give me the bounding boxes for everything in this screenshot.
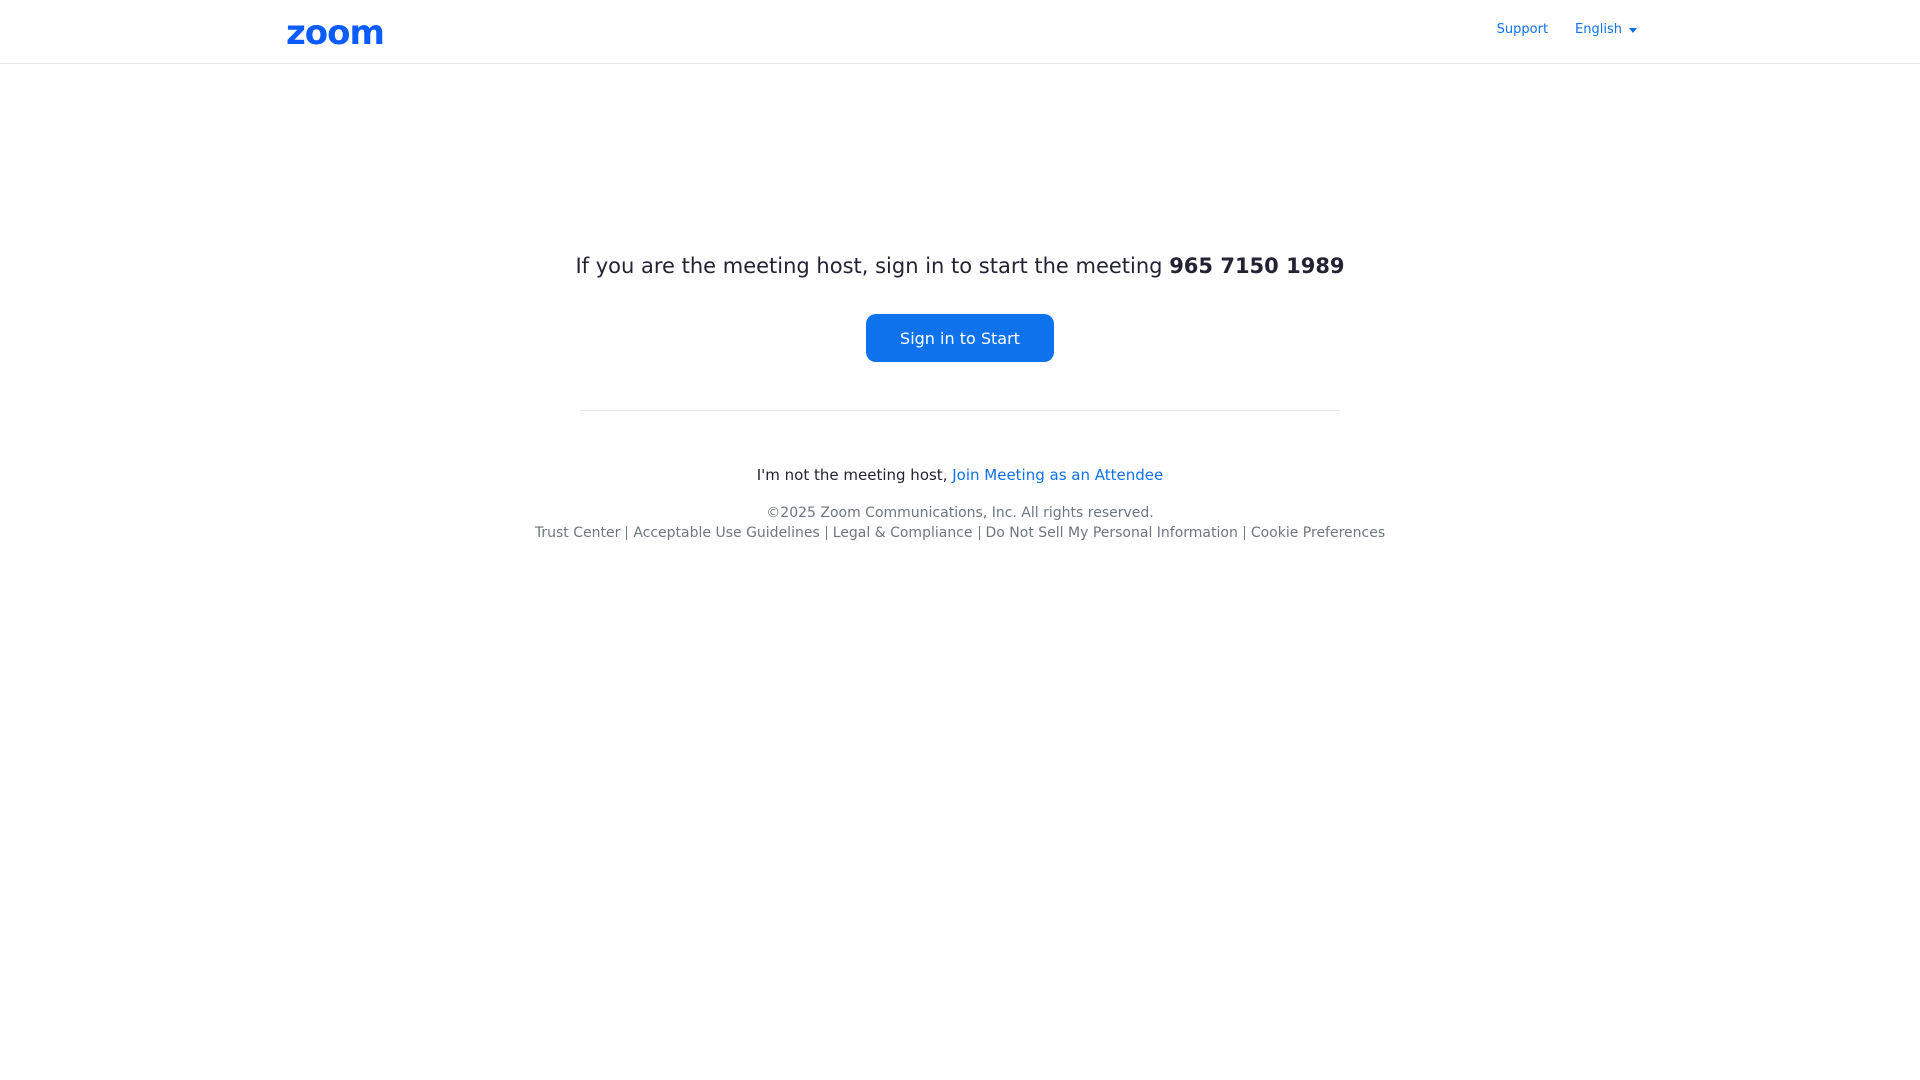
- zoom-logo[interactable]: zoom: [286, 16, 385, 50]
- cookie-preferences-link[interactable]: Cookie Preferences: [1251, 525, 1385, 541]
- divider: [580, 410, 1340, 411]
- meeting-id: 965 7150 1989: [1169, 254, 1345, 278]
- caret-down-icon: [1629, 28, 1637, 33]
- separator: [626, 526, 628, 540]
- separator: [825, 526, 827, 540]
- trust-center-link[interactable]: Trust Center: [535, 525, 620, 541]
- language-label: English: [1575, 22, 1622, 37]
- page-footer: ©2025 Zoom Communications, Inc. All righ…: [0, 505, 1920, 541]
- copyright-text: ©2025 Zoom Communications, Inc. All righ…: [766, 505, 1154, 521]
- sign-in-to-start-button[interactable]: Sign in to Start: [866, 314, 1054, 362]
- separator: [978, 526, 980, 540]
- language-dropdown[interactable]: English: [1575, 22, 1637, 37]
- legal-compliance-link[interactable]: Legal & Compliance: [833, 525, 973, 541]
- host-prompt-text: If you are the meeting host, sign in to …: [575, 254, 1170, 278]
- do-not-sell-link[interactable]: Do Not Sell My Personal Information: [986, 525, 1238, 541]
- acceptable-use-link[interactable]: Acceptable Use Guidelines: [633, 525, 819, 541]
- support-link[interactable]: Support: [1497, 22, 1548, 37]
- footer-links: Trust Center Acceptable Use Guidelines L…: [0, 525, 1920, 541]
- top-nav: Support English: [1497, 22, 1637, 37]
- attendee-prompt-text: I'm not the meeting host,: [756, 466, 953, 484]
- host-prompt: If you are the meeting host, sign in to …: [0, 254, 1920, 278]
- top-header: zoom Support English: [0, 0, 1920, 64]
- attendee-prompt: I'm not the meeting host, Join Meeting a…: [0, 466, 1920, 484]
- join-as-attendee-link[interactable]: Join Meeting as an Attendee: [952, 466, 1163, 484]
- separator: [1243, 526, 1245, 540]
